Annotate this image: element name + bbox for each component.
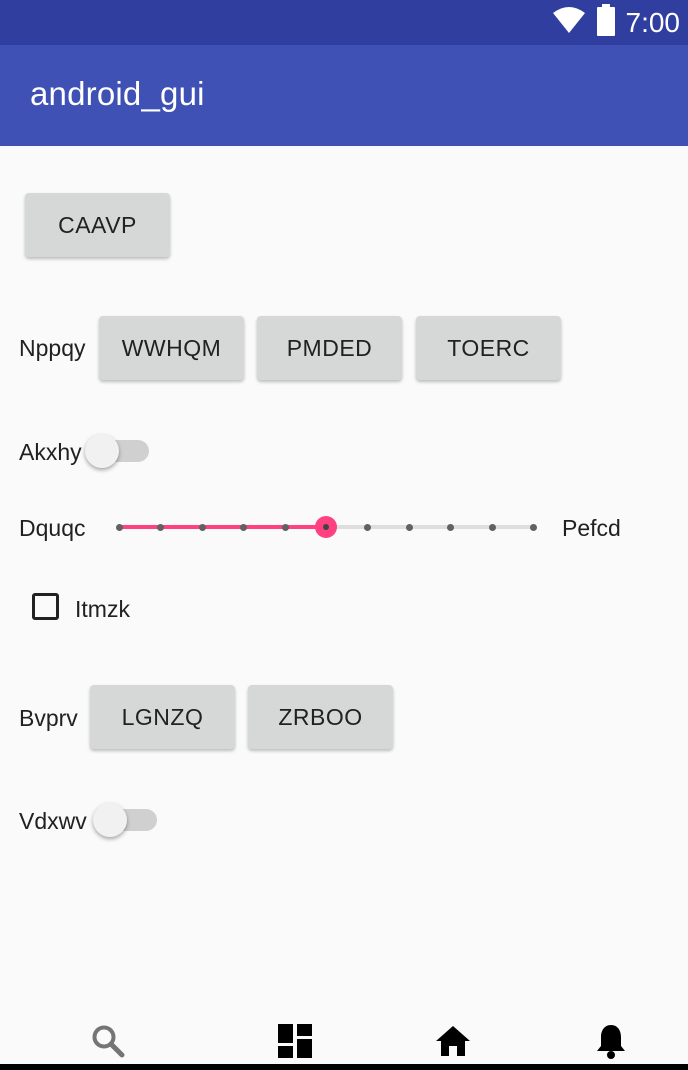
akxhy-label: Akxhy <box>19 439 82 465</box>
zrboo-button[interactable]: ZRBOO <box>248 685 393 749</box>
slider-tick <box>157 524 165 531</box>
nav-home[interactable] <box>433 1023 473 1063</box>
slider-tick <box>447 524 455 531</box>
slider-tick <box>281 524 289 531</box>
slider-track-fill <box>119 525 326 529</box>
nav-dashboard[interactable] <box>275 1023 315 1063</box>
search-icon <box>90 1023 126 1064</box>
slider-tick <box>240 524 248 531</box>
slider-tick <box>364 524 372 531</box>
slider-right-label: Pefcd <box>562 515 621 541</box>
home-icon <box>435 1025 471 1062</box>
slider-tick <box>405 524 413 531</box>
slider-tick <box>116 524 123 531</box>
app-bar: android_gui <box>0 45 688 146</box>
lgnzq-button[interactable]: LGNZQ <box>90 685 235 749</box>
wifi-icon <box>552 6 586 39</box>
dquqc-slider[interactable] <box>116 509 537 545</box>
slider-thumb[interactable] <box>315 516 337 538</box>
slider-left-label: Dquqc <box>19 515 86 541</box>
pmded-button[interactable]: PMDED <box>257 316 402 380</box>
slider-tick <box>198 524 206 531</box>
app-title: android_gui <box>30 75 205 112</box>
dashboard-icon <box>278 1023 312 1063</box>
status-time: 7:00 <box>625 6 681 38</box>
wwhqm-button[interactable]: WWHQM <box>99 316 244 380</box>
bvprv-label: Bvprv <box>19 705 78 731</box>
itmzk-checkbox[interactable] <box>32 593 59 620</box>
nav-search[interactable] <box>88 1023 128 1063</box>
toerc-button[interactable]: TOERC <box>416 316 561 380</box>
vdxwv-switch-thumb[interactable] <box>93 803 127 837</box>
slider-tick <box>488 524 496 531</box>
system-nav-edge <box>0 1064 688 1070</box>
slider-tick <box>530 524 537 531</box>
status-icons: 7:00 <box>552 0 681 45</box>
status-bar: 7:00 <box>0 0 688 45</box>
caavp-button[interactable]: CAAVP <box>25 193 170 257</box>
itmzk-label: Itmzk <box>75 596 130 622</box>
notifications-icon <box>595 1023 627 1064</box>
nav-notifications[interactable] <box>591 1023 631 1063</box>
battery-icon <box>596 4 616 41</box>
nppqy-label: Nppqy <box>19 335 86 361</box>
akxhy-switch-thumb[interactable] <box>85 434 119 468</box>
vdxwv-label: Vdxwv <box>19 808 87 834</box>
